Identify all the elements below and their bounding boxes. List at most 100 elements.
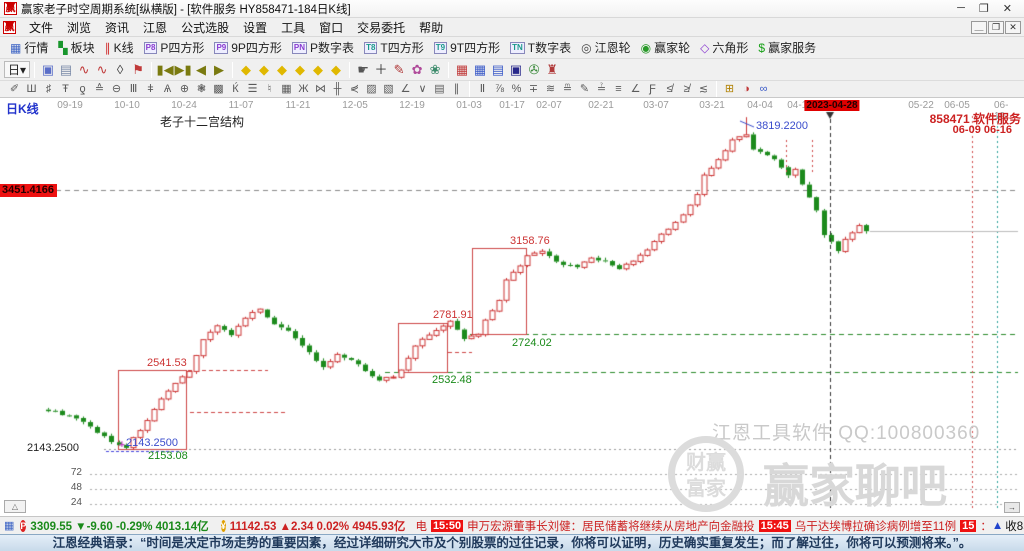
draw-extra-0[interactable]: ⊞ xyxy=(721,82,738,97)
winner-service-button[interactable]: $赢家服务 xyxy=(754,37,822,58)
mdi-minimize-button[interactable]: ＿ xyxy=(971,21,987,34)
date-tick[interactable]: 03-07 xyxy=(643,100,669,111)
draw-tool-0-19[interactable]: ╫ xyxy=(329,82,346,97)
tool-icon-4-0[interactable]: ▦ xyxy=(453,61,471,79)
tool-icon-0-4[interactable]: ◊ xyxy=(111,61,129,79)
draw-tool-1-6[interactable]: ✎ xyxy=(576,82,593,97)
tool-icon-3-4[interactable]: ❀ xyxy=(426,61,444,79)
draw-tool-1-12[interactable]: ≱ xyxy=(678,82,695,97)
draw-tool-0-4[interactable]: ƍ xyxy=(74,82,91,97)
menu-帮助[interactable]: 帮助 xyxy=(412,17,450,38)
tool-icon-2-4[interactable]: ◆ xyxy=(309,61,327,79)
draw-tool-1-5[interactable]: ≞ xyxy=(559,82,576,97)
draw-tool-0-12[interactable]: ▩ xyxy=(210,82,227,97)
draw-tool-0-0[interactable]: ✐ xyxy=(6,82,23,97)
tool-icon-1-2[interactable]: ◀ xyxy=(192,61,210,79)
draw-tool-0-5[interactable]: ≙ xyxy=(91,82,108,97)
maximize-button[interactable]: ❐ xyxy=(979,2,989,15)
draw-tool-0-1[interactable]: Ш xyxy=(23,82,40,97)
hexagon-button[interactable]: ◇六角形 xyxy=(696,37,754,58)
mdi-close-button[interactable]: ✕ xyxy=(1005,21,1021,34)
t9-square-button[interactable]: T99T四方形 xyxy=(430,37,506,58)
close-button[interactable]: ✕ xyxy=(1003,2,1012,15)
tool-icon-2-2[interactable]: ◆ xyxy=(273,61,291,79)
tool-icon-4-4[interactable]: ✇ xyxy=(525,61,543,79)
draw-tool-0-7[interactable]: Ⅲ xyxy=(125,82,142,97)
date-tick[interactable]: 11-07 xyxy=(229,100,254,111)
draw-tool-1-10[interactable]: Ƒ xyxy=(644,82,661,97)
date-tick[interactable]: 02-07 xyxy=(536,100,562,111)
period-dropdown[interactable]: 日▾ xyxy=(4,61,30,78)
tool-icon-3-3[interactable]: ✿ xyxy=(408,61,426,79)
menu-文件[interactable]: 文件 xyxy=(22,17,60,38)
date-tick[interactable]: 03-21 xyxy=(699,100,725,111)
draw-tool-1-9[interactable]: ∠ xyxy=(627,82,644,97)
draw-tool-1-13[interactable]: ≲ xyxy=(695,82,712,97)
draw-tool-0-17[interactable]: Ж xyxy=(295,82,312,97)
tool-icon-2-5[interactable]: ◆ xyxy=(327,61,345,79)
menu-江恩[interactable]: 江恩 xyxy=(136,17,174,38)
mdi-restore-button[interactable]: ❐ xyxy=(988,21,1004,34)
draw-tool-0-18[interactable]: ⋈ xyxy=(312,82,329,97)
draw-tool-0-6[interactable]: ⊖ xyxy=(108,82,125,97)
tool-icon-4-1[interactable]: ▦ xyxy=(471,61,489,79)
shanghai-index-quote[interactable]: 3309.55 ▼-9.60 -0.29% 4013.14亿 xyxy=(30,518,208,534)
kline-button[interactable]: ∥K线 xyxy=(101,37,140,58)
date-tick[interactable]: 10-10 xyxy=(114,100,140,111)
tool-icon-3-2[interactable]: ✎ xyxy=(390,61,408,79)
date-tick-current[interactable]: 2023-04-28 xyxy=(804,100,859,111)
p-square-button[interactable]: P8P四方形 xyxy=(140,37,211,58)
news-headline[interactable]: 乌干达埃博拉确诊病例增至11例 xyxy=(795,518,956,534)
draw-tool-0-20[interactable]: ⋞ xyxy=(346,82,363,97)
tool-icon-4-3[interactable]: ▣ xyxy=(507,61,525,79)
tool-icon-0-3[interactable]: ∿ xyxy=(93,61,111,79)
draw-tool-0-14[interactable]: ☰ xyxy=(244,82,261,97)
draw-tool-0-2[interactable]: ♯ xyxy=(40,82,57,97)
draw-tool-0-16[interactable]: ▦ xyxy=(278,82,295,97)
t-square-button[interactable]: T8T四方形 xyxy=(360,37,430,58)
shenzhen-index-quote[interactable]: 11142.53 ▲2.34 0.02% 4945.93亿 xyxy=(230,518,406,534)
draw-tool-0-21[interactable]: ▨ xyxy=(363,82,380,97)
tool-icon-2-1[interactable]: ◆ xyxy=(255,61,273,79)
tool-icon-1-3[interactable]: ▶ xyxy=(210,61,228,79)
date-tick[interactable]: 11-21 xyxy=(286,100,311,111)
draw-tool-0-25[interactable]: ▤ xyxy=(431,82,448,97)
tool-icon-0-2[interactable]: ∿ xyxy=(75,61,93,79)
date-tick[interactable]: 01-03 xyxy=(456,100,482,111)
news-ticker[interactable]: 15:50申万宏源董事长刘健：居民储蓄将继续从房地产向金融投15:45乌干达埃博… xyxy=(427,518,992,534)
grid-icon[interactable]: ▦ xyxy=(4,519,14,532)
gann-wheel-button[interactable]: ◎江恩轮 xyxy=(577,37,637,58)
draw-tool-0-24[interactable]: ∨ xyxy=(414,82,431,97)
draw-tool-1-11[interactable]: ≰ xyxy=(661,82,678,97)
tool-icon-3-0[interactable]: ☛ xyxy=(354,61,372,79)
draw-tool-0-15[interactable]: ♮ xyxy=(261,82,278,97)
menu-浏览[interactable]: 浏览 xyxy=(60,17,98,38)
minimize-button[interactable]: ─ xyxy=(957,2,965,15)
date-tick[interactable]: 12-05 xyxy=(342,100,368,111)
sectors-button[interactable]: ▚板块 xyxy=(54,37,100,58)
tool-icon-4-2[interactable]: ▤ xyxy=(489,61,507,79)
draw-tool-1-2[interactable]: % xyxy=(508,82,525,97)
winner-wheel-button[interactable]: ◉赢家轮 xyxy=(637,37,697,58)
scroll-right-button[interactable]: → xyxy=(1004,502,1020,513)
draw-tool-1-1[interactable]: ⅞ xyxy=(491,82,508,97)
menu-工具[interactable]: 工具 xyxy=(274,17,312,38)
tool-icon-4-5[interactable]: ♜ xyxy=(543,61,561,79)
tool-icon-1-0[interactable]: ▮◀ xyxy=(156,61,174,79)
date-tick[interactable]: 09-19 xyxy=(57,100,83,111)
draw-extra-2[interactable]: ∞ xyxy=(755,82,772,97)
date-tick[interactable]: 01-17 xyxy=(499,100,525,111)
draw-tool-0-26[interactable]: ∥ xyxy=(448,82,465,97)
draw-tool-1-8[interactable]: ≡ xyxy=(610,82,627,97)
draw-tool-1-7[interactable]: ≟ xyxy=(593,82,610,97)
draw-tool-0-23[interactable]: ∠ xyxy=(397,82,414,97)
quotes-button[interactable]: ▦行情 xyxy=(6,37,54,58)
draw-tool-0-3[interactable]: Ŧ xyxy=(57,82,74,97)
menu-窗口[interactable]: 窗口 xyxy=(312,17,350,38)
tool-icon-2-0[interactable]: ◆ xyxy=(237,61,255,79)
menu-设置[interactable]: 设置 xyxy=(236,17,274,38)
tool-icon-0-0[interactable]: ▣ xyxy=(39,61,57,79)
tool-icon-3-1[interactable]: ＋ xyxy=(372,61,390,79)
date-tick[interactable]: 04-04 xyxy=(747,100,773,111)
draw-tool-0-22[interactable]: ▧ xyxy=(380,82,397,97)
